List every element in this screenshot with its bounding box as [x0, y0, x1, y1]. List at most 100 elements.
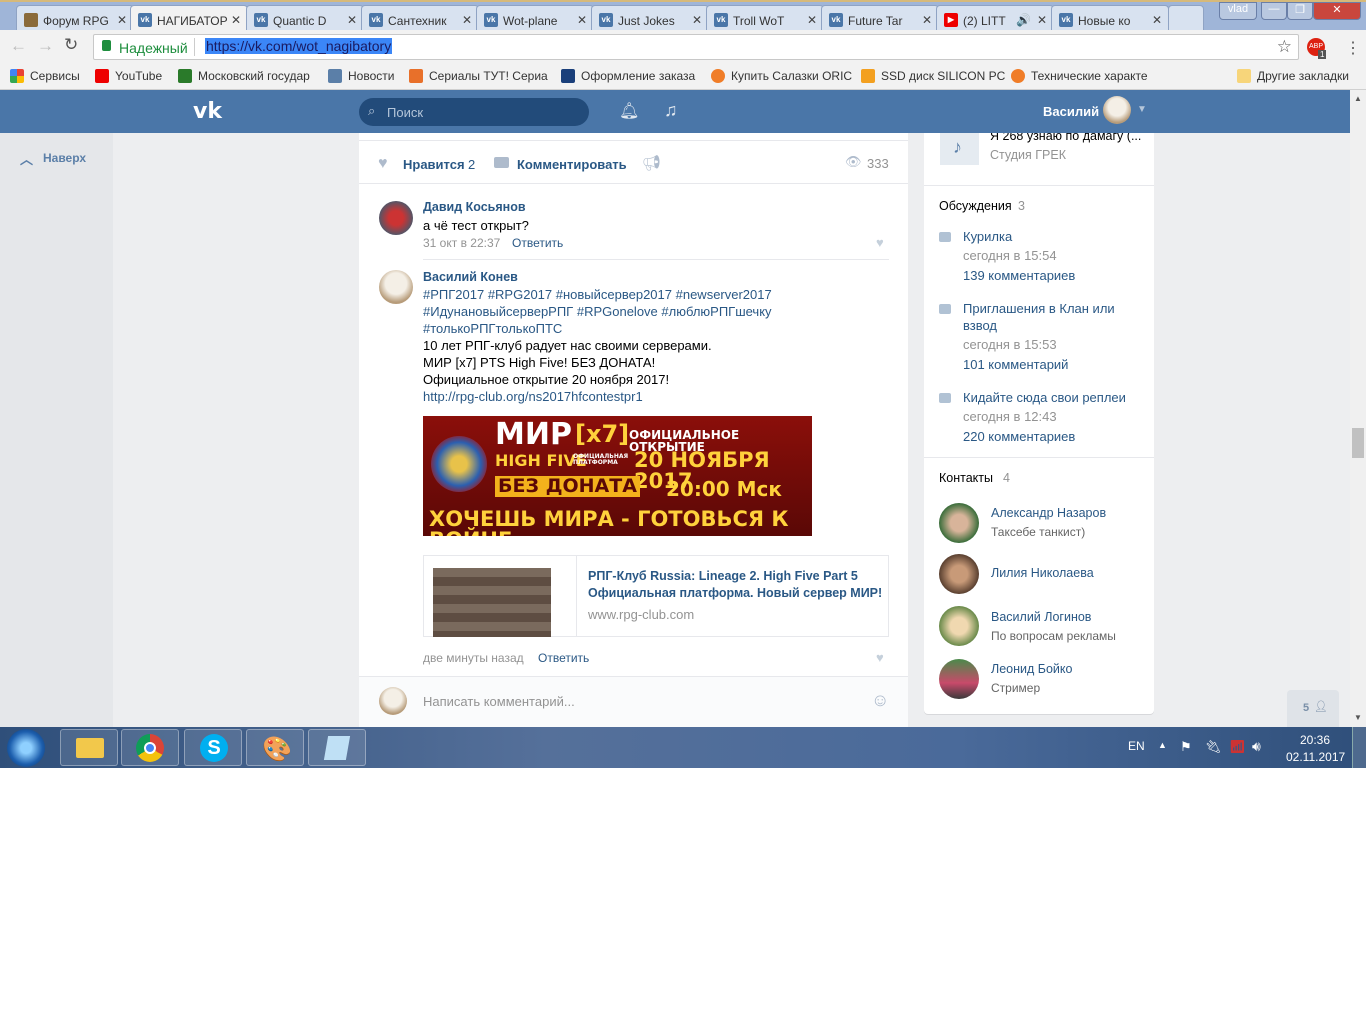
bell-icon[interactable]: 🔔︎: [619, 101, 639, 121]
comment-button[interactable]: Комментировать: [517, 157, 627, 172]
heart-icon[interactable]: ♥: [876, 235, 884, 250]
music-note-icon[interactable]: ♪: [940, 133, 979, 165]
skype-icon: S: [200, 734, 228, 762]
like-button[interactable]: Нравится: [403, 157, 465, 172]
search-icon: ⌕: [368, 103, 376, 118]
paint-taskbar-button[interactable]: 🎨: [246, 729, 304, 766]
vk-icon: vk: [599, 13, 613, 27]
star-icon[interactable]: ☆: [1277, 37, 1292, 57]
link-preview-card[interactable]: РПГ-Клуб Russia: Lineage 2. High Five Pa…: [423, 555, 889, 637]
forward-icon[interactable]: →: [37, 36, 54, 56]
link-preview-image: [433, 568, 551, 637]
language-indicator[interactable]: EN: [1128, 739, 1145, 753]
new-tab-button[interactable]: [1168, 5, 1204, 32]
reply-button[interactable]: Ответить: [512, 236, 563, 250]
bookmark[interactable]: Оформление заказа: [561, 69, 695, 83]
reply-button[interactable]: Ответить: [538, 651, 589, 665]
action-center-flag-icon[interactable]: ⚑: [1180, 739, 1192, 755]
bookmark[interactable]: Сервисы: [10, 69, 80, 83]
volume-icon[interactable]: 🔊︎: [1252, 738, 1261, 755]
avatar[interactable]: [379, 201, 413, 235]
avatar: [939, 606, 979, 646]
comment-input[interactable]: Написать комментарий...: [423, 694, 575, 709]
bookmark[interactable]: Технические характе: [1011, 69, 1148, 83]
maximize-button[interactable]: ❐: [1287, 2, 1313, 20]
emoji-icon[interactable]: ☺: [871, 690, 889, 711]
user-name[interactable]: Василий: [1043, 104, 1099, 119]
tab-active[interactable]: vkНАГИБАТОРЫ✕: [130, 5, 248, 33]
discussions-heading[interactable]: Обсуждения: [939, 199, 1012, 213]
notepad-taskbar-button[interactable]: [308, 729, 366, 766]
scrollbar-thumb[interactable]: [1352, 428, 1364, 458]
back-to-top-pane[interactable]: ︿ Наверх: [0, 133, 113, 727]
close-tab-icon[interactable]: ✕: [117, 13, 127, 27]
right-sidebar: ♪ Я 268 узнаю по дамагу (... Студия ГРЕК…: [924, 133, 1154, 714]
url-text[interactable]: https://vk.com/wot_nagibatory: [205, 38, 393, 54]
address-bar[interactable]: Надежный https://vk.com/wot_nagibatory ☆: [93, 34, 1299, 60]
online-friends-button[interactable]: 5 👤︎: [1287, 690, 1339, 727]
apps-icon: [10, 69, 24, 83]
close-tab-icon[interactable]: ✕: [462, 13, 472, 27]
close-tab-icon[interactable]: ✕: [347, 13, 357, 27]
post-link[interactable]: http://rpg-club.org/ns2017hfcontestpr1: [423, 388, 643, 405]
tab[interactable]: vk Just Jokes ✕: [591, 5, 709, 32]
avatar[interactable]: [379, 270, 413, 304]
close-tab-icon[interactable]: ✕: [922, 13, 932, 27]
tray-expand-icon[interactable]: ▲: [1158, 740, 1167, 750]
folder-icon: [76, 738, 104, 758]
comment-form: Написать комментарий... ☺: [359, 676, 908, 727]
page-scrollbar[interactable]: ▲ ▼: [1350, 90, 1366, 727]
bookmark[interactable]: Новости: [328, 69, 394, 83]
close-tab-icon[interactable]: ✕: [692, 13, 702, 27]
vk-logo-icon[interactable]: vk: [193, 99, 222, 124]
tab[interactable]: Форум RPG ✕: [16, 5, 134, 32]
tab[interactable]: vk Новые ко ✕: [1051, 5, 1169, 32]
chrome-taskbar-button[interactable]: [121, 729, 179, 766]
share-icon[interactable]: 📢︎: [642, 154, 661, 172]
profile-button[interactable]: vlad: [1219, 2, 1257, 20]
close-tab-icon[interactable]: ✕: [807, 13, 817, 27]
heart-icon[interactable]: ♥: [378, 155, 388, 173]
tab[interactable]: ▶ (2) LITT 🔊 ✕: [936, 5, 1054, 32]
speaker-icon[interactable]: 🔊: [1016, 13, 1031, 27]
minimize-button[interactable]: —: [1261, 2, 1287, 20]
close-tab-icon[interactable]: ✕: [1037, 13, 1047, 27]
show-desktop-button[interactable]: [1352, 727, 1366, 768]
contacts-heading[interactable]: Контакты: [939, 471, 993, 485]
contact-item[interactable]: Александр Назаров Таксебе танкист): [939, 503, 1149, 543]
tab[interactable]: vk Future Tar ✕: [821, 5, 939, 32]
heart-icon[interactable]: ♥: [876, 650, 884, 665]
comment: Давид Косьянов а чё тест открыт? 31 окт …: [359, 193, 908, 255]
start-button[interactable]: [7, 729, 45, 767]
close-tab-icon[interactable]: ✕: [231, 13, 241, 27]
tab[interactable]: vk Wot-plane ✕: [476, 5, 594, 32]
contact-item[interactable]: Василий Логинов По вопросам рекламы: [939, 606, 1149, 646]
contact-item[interactable]: Леонид Бойко Стример: [939, 659, 1149, 699]
back-icon[interactable]: ←: [10, 36, 27, 56]
tab[interactable]: vk Troll WoT ✕: [706, 5, 824, 32]
bookmark[interactable]: Купить Салазки ORIC: [711, 69, 852, 83]
network-disconnected-icon[interactable]: 📶︎: [1229, 739, 1246, 755]
power-plug-icon[interactable]: 🔌︎: [1205, 739, 1222, 755]
close-tab-icon[interactable]: ✕: [577, 13, 587, 27]
user-avatar[interactable]: [1103, 96, 1131, 124]
close-tab-icon[interactable]: ✕: [1152, 13, 1162, 27]
promo-banner-image[interactable]: МИР [x7] ОФИЦИАЛЬНОЕ ОТКРЫТИЕ HIGH FIVE …: [423, 416, 812, 536]
explorer-taskbar-button[interactable]: [60, 729, 118, 766]
avatar: [939, 659, 979, 699]
skype-taskbar-button[interactable]: S: [184, 729, 242, 766]
bookmark[interactable]: YouTube: [95, 69, 162, 83]
other-bookmarks[interactable]: Другие закладки: [1237, 69, 1349, 83]
tab[interactable]: vk Quantic D ✕: [246, 5, 364, 32]
chevron-down-icon[interactable]: ▼: [1137, 104, 1147, 115]
tab[interactable]: vk Сантехник ✕: [361, 5, 479, 32]
search-input[interactable]: ⌕ Поиск: [359, 98, 589, 126]
bookmark[interactable]: Московский государ: [178, 69, 310, 83]
contact-item[interactable]: Лилия Николаева: [939, 554, 1149, 594]
menu-icon[interactable]: ⋮: [1345, 38, 1361, 58]
music-icon[interactable]: ♫: [664, 100, 678, 121]
reload-icon[interactable]: ↻: [64, 35, 78, 55]
close-window-button[interactable]: ✕: [1313, 2, 1361, 20]
bookmark[interactable]: Сериалы ТУТ! Сериа: [409, 69, 548, 83]
bookmark[interactable]: SSD диск SILICON PC: [861, 69, 1005, 83]
